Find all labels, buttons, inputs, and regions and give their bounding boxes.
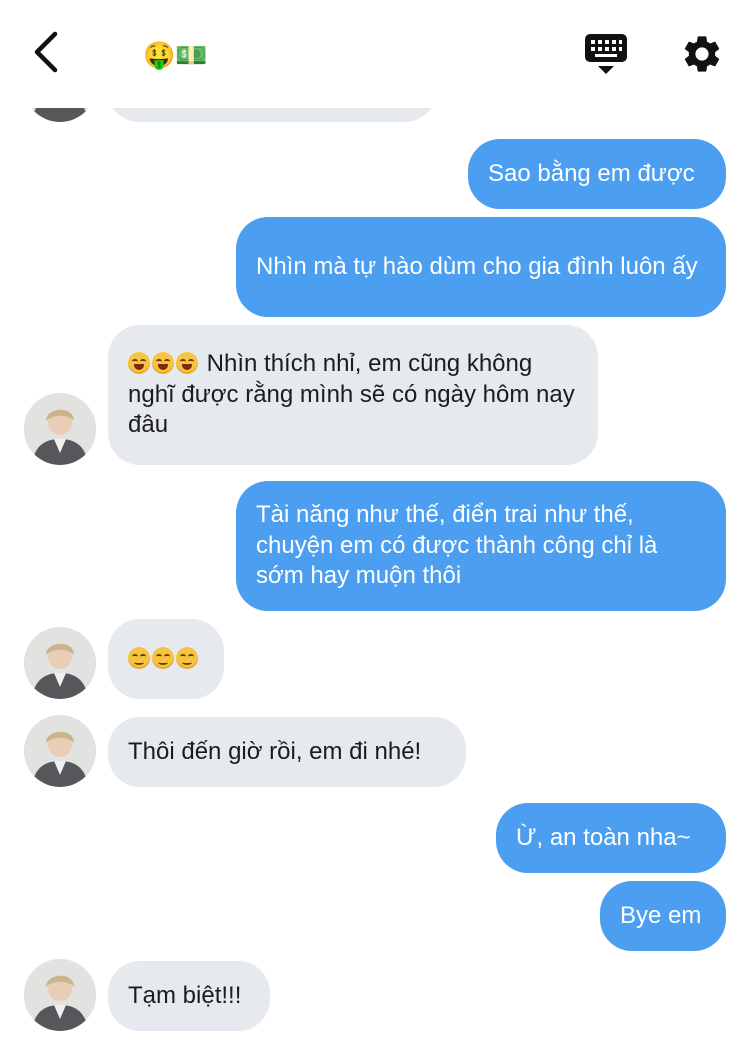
message-bubble-incoming[interactable] bbox=[108, 619, 224, 699]
message-text: Tạm biệt!!! bbox=[128, 981, 242, 1009]
message-bubble-outgoing[interactable]: Sao bằng em được bbox=[468, 139, 726, 209]
message-text: Sao bằng em được bbox=[488, 159, 695, 187]
message-text: Nhìn thích nhỉ, em cũng không nghĩ được … bbox=[128, 349, 578, 441]
keyboard-button[interactable] bbox=[584, 32, 628, 76]
avatar[interactable] bbox=[24, 627, 96, 699]
message-bubble-outgoing[interactable]: Nhìn mà tự hào dùm cho gia đình luôn ấy bbox=[236, 217, 726, 317]
message-bubble-incoming[interactable]: Nhìn thích nhỉ, em cũng không nghĩ được … bbox=[108, 325, 598, 465]
message-bubble-incoming[interactable]: Thôi đến giờ rồi, em đi nhé! bbox=[108, 717, 466, 787]
chat-screen: 🤑💵 Sao bằng em được Nhìn mà tự hào dùm c… bbox=[0, 0, 750, 1041]
settings-button[interactable] bbox=[680, 32, 724, 76]
message-bubble-outgoing[interactable]: Bye em bbox=[600, 881, 726, 951]
gear-icon bbox=[680, 36, 724, 80]
message-bubble-outgoing[interactable]: Tài năng như thế, điển trai như thế, chu… bbox=[236, 481, 726, 611]
message-bubble-outgoing[interactable]: Ừ, an toàn nha~ bbox=[496, 803, 726, 873]
smiling-emoji-icon bbox=[128, 644, 200, 675]
back-button[interactable] bbox=[24, 30, 68, 78]
message-text: Nhìn mà tự hào dùm cho gia đình luôn ấy bbox=[256, 252, 698, 280]
avatar[interactable] bbox=[24, 715, 96, 787]
chat-header: 🤑💵 bbox=[0, 0, 750, 108]
message-text: Thôi đến giờ rồi, em đi nhé! bbox=[128, 737, 422, 765]
chat-title: 🤑💵 bbox=[143, 41, 208, 71]
keyboard-icon bbox=[584, 34, 628, 80]
message-list[interactable]: 🤑💵 Sao bằng em được Nhìn mà tự hào dùm c… bbox=[0, 0, 750, 1041]
avatar[interactable] bbox=[24, 393, 96, 465]
message-text: Ừ, an toàn nha~ bbox=[516, 823, 691, 851]
chevron-left-icon bbox=[31, 30, 61, 79]
message-text: Bye em bbox=[620, 901, 702, 929]
message-bubble-incoming[interactable]: Tạm biệt!!! bbox=[108, 961, 270, 1031]
laughing-emoji-icon bbox=[128, 350, 200, 377]
avatar[interactable] bbox=[24, 959, 96, 1031]
message-text: Tài năng như thế, điển trai như thế, chu… bbox=[256, 501, 658, 590]
